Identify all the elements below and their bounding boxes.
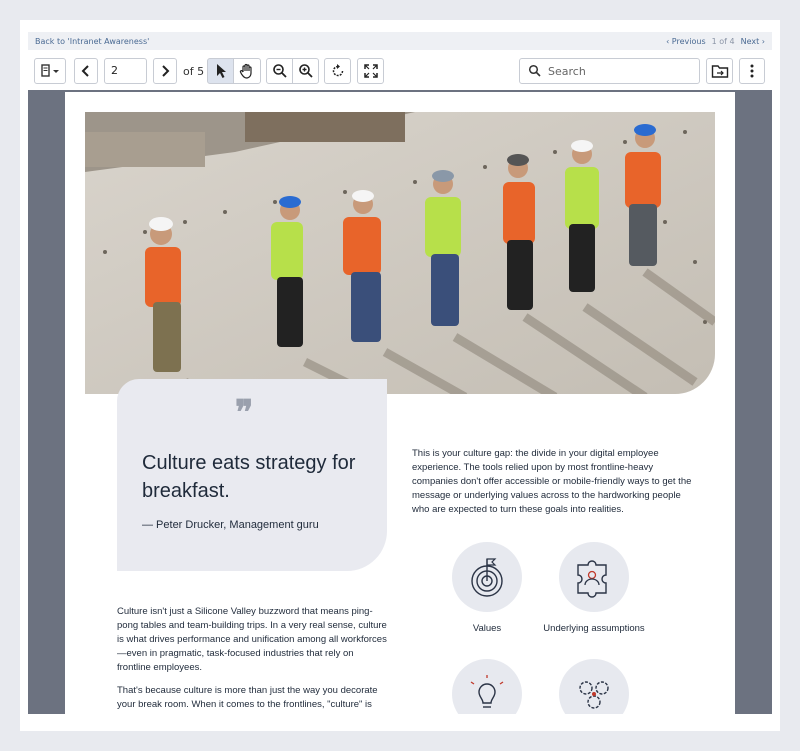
document-menu-icon: [41, 64, 59, 77]
previous-page-button[interactable]: [74, 58, 98, 84]
rotate-button[interactable]: [324, 58, 351, 84]
rotate-icon: [332, 64, 343, 77]
document-viewer-frame: Back to 'Intranet Awareness' ‹ Previous …: [20, 20, 780, 731]
workers-image: [85, 112, 715, 394]
chevron-right-icon: [162, 65, 170, 77]
zoom-in-button[interactable]: [292, 58, 319, 84]
open-folder-button[interactable]: [706, 58, 733, 84]
more-options-button[interactable]: [739, 58, 765, 84]
document-canvas[interactable]: ❞ Culture eats strategy for breakfast. —…: [28, 90, 772, 714]
fullscreen-button[interactable]: [357, 58, 384, 84]
document-page: ❞ Culture eats strategy for breakfast. —…: [65, 92, 735, 714]
back-link[interactable]: Back to 'Intranet Awareness': [35, 37, 149, 46]
puzzle-person-icon: [559, 542, 629, 612]
search-placeholder: Search: [548, 64, 586, 78]
item-pager: ‹ Previous 1 of 4 Next ›: [666, 37, 765, 46]
values-label: Values: [472, 623, 502, 634]
page-number-input[interactable]: 2: [104, 58, 147, 84]
zoom-in-icon: [298, 64, 313, 78]
folder-icon: [711, 65, 728, 78]
underlying-assumptions-label: Underlying assumptions: [543, 623, 645, 634]
lightbulb-icon: [452, 659, 522, 714]
quote-card: ❞ Culture eats strategy for breakfast. —…: [117, 379, 387, 571]
fullscreen-icon: [363, 64, 378, 78]
construction-workers-photo: [85, 112, 715, 394]
chevron-left-icon: [81, 65, 89, 77]
culture-body-paragraph-1: Culture isn't just a Silicone Valley buz…: [117, 606, 387, 673]
zoom-out-icon: [272, 64, 287, 78]
quote-mark-icon: ❞: [235, 393, 254, 433]
quote-text: Culture eats strategy for breakfast.: [142, 452, 356, 502]
pan-tool-button[interactable]: [233, 58, 261, 84]
sidebar-toggle-button[interactable]: [34, 58, 66, 84]
pager-position: 1 of 4: [711, 37, 735, 46]
next-page-button[interactable]: [153, 58, 177, 84]
gears-people-icon: [559, 659, 629, 714]
zoom-out-button[interactable]: [266, 58, 293, 84]
culture-gap-paragraph: This is your culture gap: the divide in …: [412, 448, 692, 515]
search-input[interactable]: Search: [519, 58, 700, 84]
culture-body-paragraph-2: That's because culture is more than just…: [117, 685, 378, 710]
previous-link[interactable]: ‹ Previous: [666, 37, 706, 46]
select-tool-button[interactable]: [207, 58, 234, 84]
viewer-toolbar: 2 of 5 Search: [28, 56, 772, 88]
hand-icon: [239, 63, 252, 79]
page-total-label: of 5: [183, 65, 205, 78]
navigation-bar: Back to 'Intranet Awareness' ‹ Previous …: [28, 32, 772, 50]
quote-attribution: — Peter Drucker, Management guru: [142, 519, 319, 531]
target-icon: [452, 542, 522, 612]
cursor-arrow-icon: [216, 64, 226, 78]
next-link[interactable]: Next ›: [741, 37, 765, 46]
kebab-menu-icon: [750, 64, 754, 78]
search-icon: [528, 64, 541, 77]
